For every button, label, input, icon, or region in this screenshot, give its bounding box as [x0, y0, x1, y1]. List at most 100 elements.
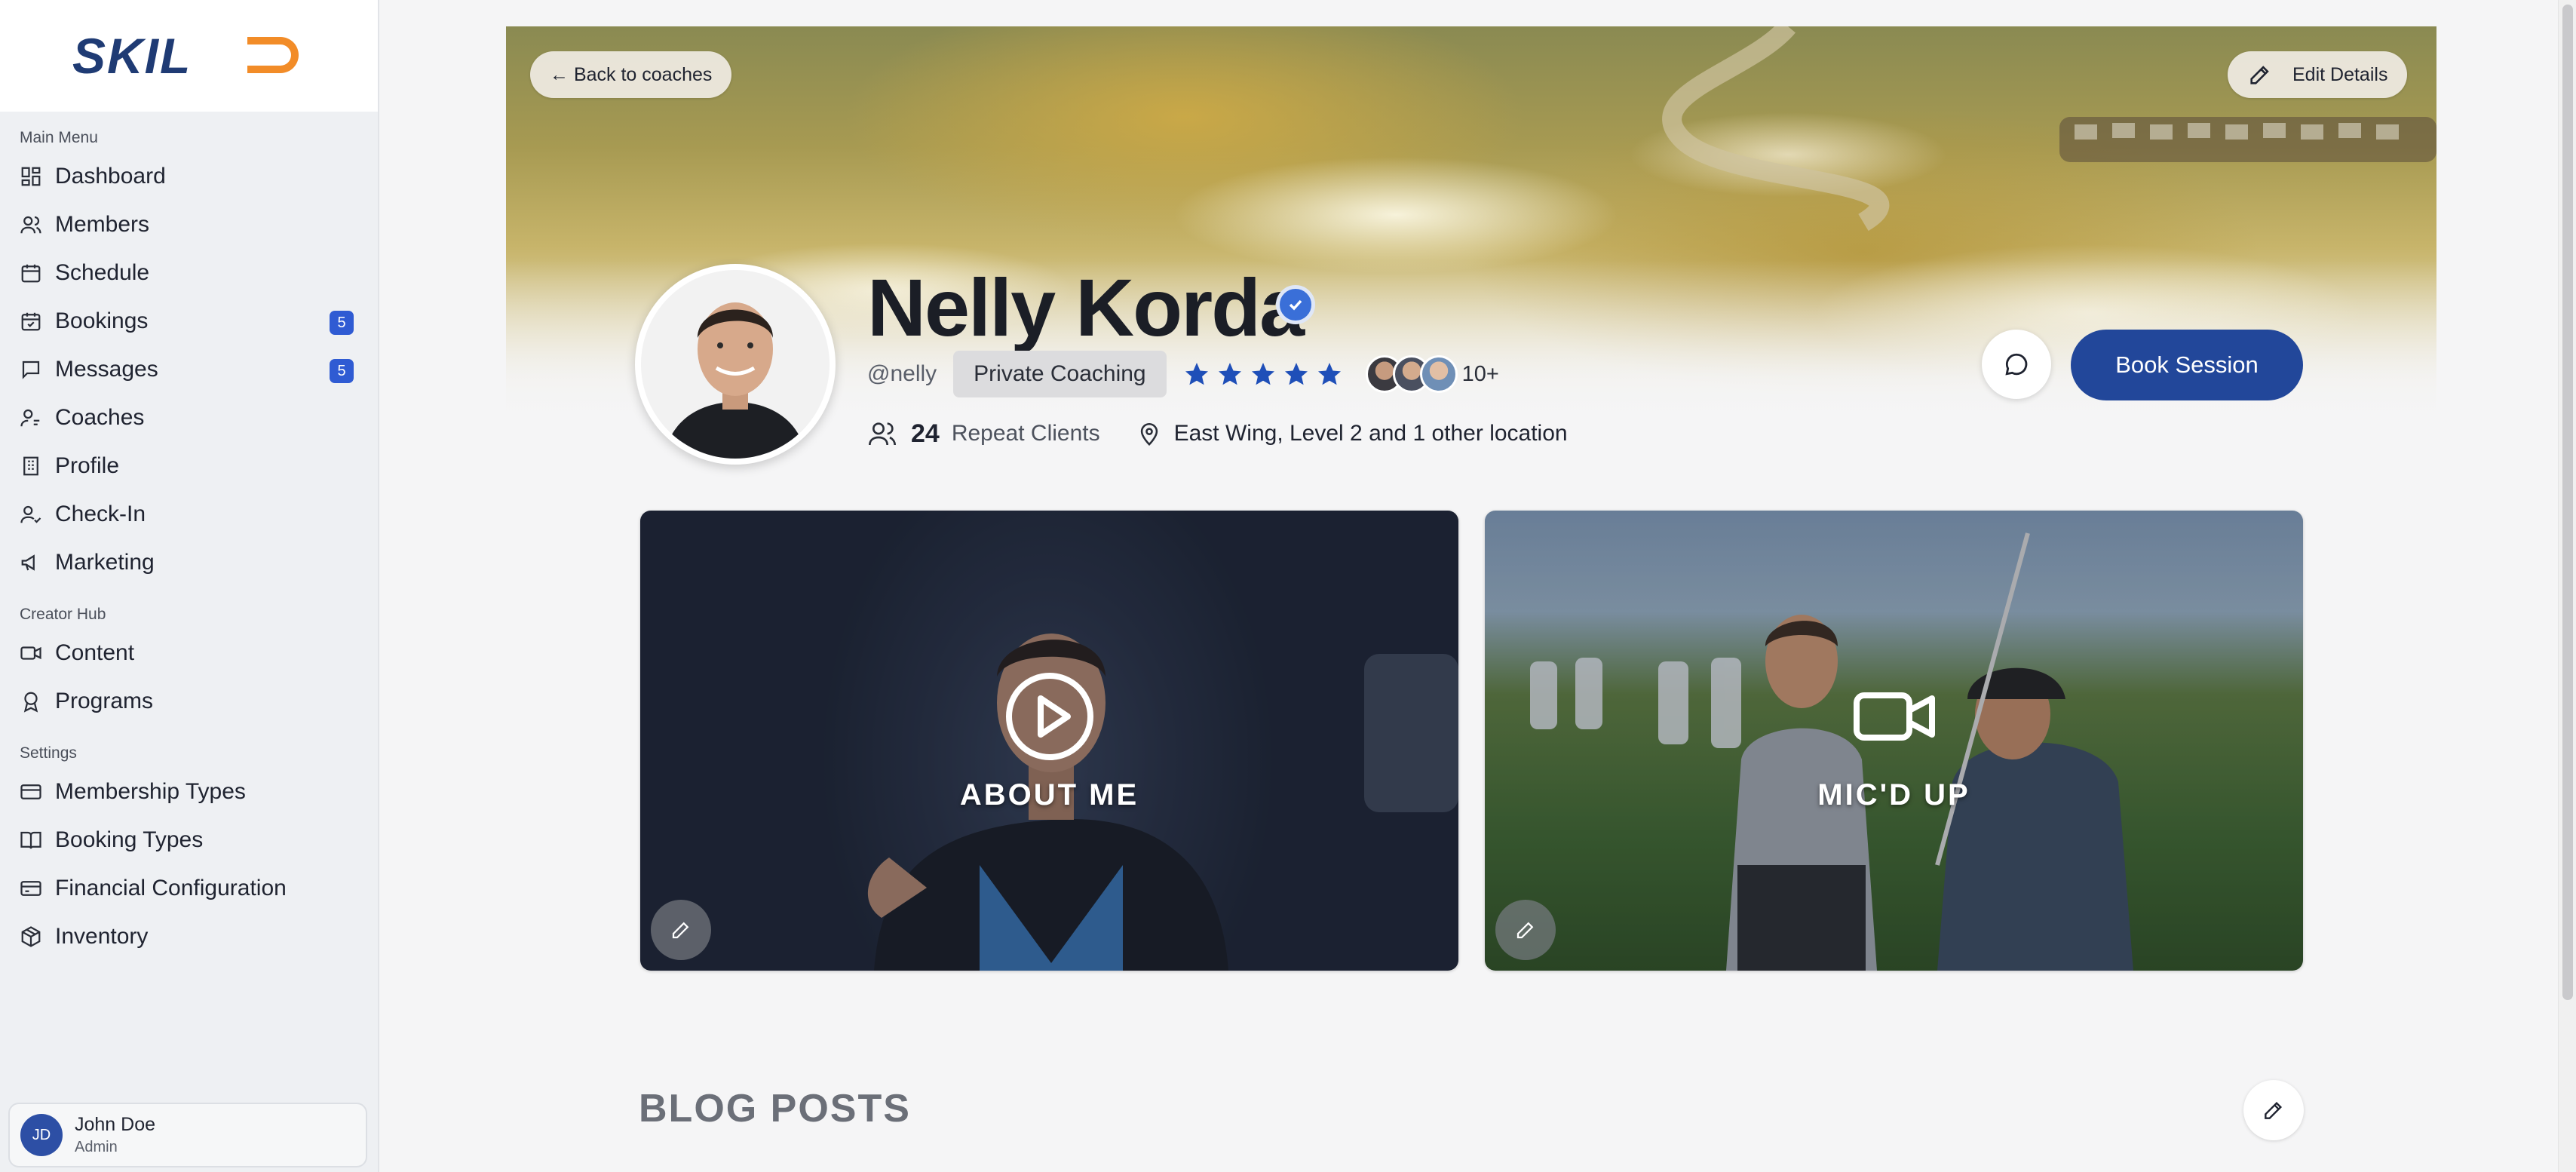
star-icon: [1284, 363, 1308, 385]
sidebar-item-content[interactable]: Content: [0, 629, 378, 677]
play-circle-icon[interactable]: [1004, 671, 1095, 762]
client-avatars[interactable]: [1365, 355, 1458, 393]
video-camera-icon[interactable]: [1849, 671, 1940, 762]
sidebar-item-label: Profile: [55, 453, 120, 478]
map-pin-icon: [1140, 422, 1158, 446]
repeat-clients-count: 24: [911, 419, 940, 448]
back-to-coaches-button[interactable]: ← Back to coaches: [530, 51, 732, 98]
sidebar-item-label: Schedule: [55, 260, 150, 285]
logo[interactable]: SKIL: [0, 0, 378, 112]
sidebar-item-financial-configuration[interactable]: Financial Configuration: [0, 864, 378, 913]
scrollbar-thumb[interactable]: [2562, 5, 2573, 1000]
coach-name: Nelly Korda: [867, 262, 1305, 353]
edit-card-button[interactable]: [651, 900, 711, 960]
sidebar-item-coaches[interactable]: Coaches: [0, 394, 378, 442]
user-name: John Doe: [75, 1114, 156, 1135]
sidebar-item-marketing[interactable]: Marketing: [0, 538, 378, 587]
book-session-button[interactable]: Book Session: [2071, 330, 2303, 400]
sidebar-item-messages[interactable]: Messages 5: [0, 345, 378, 394]
pencil-icon: [672, 922, 689, 939]
users-icon: [869, 422, 896, 446]
rating-stars: [1183, 360, 1349, 388]
micd-up-card[interactable]: MIC'D UP: [1485, 511, 2303, 971]
message-icon: [20, 358, 42, 381]
building-icon: [20, 455, 42, 477]
coach-location[interactable]: East Wing, Level 2 and 1 other location: [1174, 421, 1568, 446]
page-scrollbar[interactable]: [2558, 0, 2576, 1172]
coach-stats-row: 24 Repeat Clients East Wing, Level 2 and…: [867, 415, 1568, 453]
verified-badge-icon: [1276, 285, 1315, 324]
blog-posts-heading: BLOG POSTS: [639, 1087, 911, 1131]
sidebar-item-label: Check-In: [55, 502, 146, 526]
megaphone-icon: [20, 551, 42, 574]
star-icon: [1317, 363, 1341, 385]
svg-text:SKIL: SKIL: [72, 29, 192, 82]
bookings-badge: 5: [330, 311, 354, 335]
sidebar-item-label: Programs: [55, 689, 154, 713]
sidebar-item-label: Messages: [55, 357, 158, 382]
sidebar-item-membership-types[interactable]: Membership Types: [0, 768, 378, 816]
sidebar-item-label: Marketing: [55, 550, 155, 575]
star-icon: [1218, 363, 1241, 385]
book-icon: [20, 829, 42, 851]
pencil-icon: [1516, 922, 1534, 939]
calendar-icon: [20, 262, 42, 284]
section-title-settings: Settings: [20, 744, 77, 762]
sidebar-item-label: Content: [55, 640, 135, 665]
chat-bubble-icon: [2005, 353, 2028, 376]
card-label: ABOUT ME: [959, 778, 1139, 812]
sidebar-item-label: Coaches: [55, 405, 145, 430]
sidebar-item-booking-types[interactable]: Booking Types: [0, 816, 378, 864]
sidebar-item-label: Members: [55, 212, 150, 237]
user-check-icon: [20, 503, 42, 526]
messages-badge: 5: [330, 359, 354, 383]
star-icon: [1251, 363, 1274, 385]
sidebar-item-label: Membership Types: [55, 779, 246, 804]
coach-handle: @nelly: [867, 361, 937, 386]
edit-details-button[interactable]: Edit Details: [2228, 51, 2408, 98]
sidebar-item-label: Dashboard: [55, 164, 166, 189]
sidebar-item-profile[interactable]: Profile: [0, 442, 378, 490]
calendar-check-icon: [20, 310, 42, 333]
sidebar-item-members[interactable]: Members: [0, 201, 378, 249]
sidebar-item-programs[interactable]: Programs: [0, 677, 378, 726]
user-card[interactable]: JD John Doe Admin: [8, 1103, 367, 1167]
card-label: MIC'D UP: [1817, 778, 1970, 812]
edit-blog-button[interactable]: [2243, 1080, 2304, 1140]
sidebar-item-bookings[interactable]: Bookings 5: [0, 297, 378, 345]
credit-card-icon: [20, 781, 42, 803]
users-icon: [20, 213, 42, 236]
message-coach-button[interactable]: [1982, 330, 2051, 399]
pencil-icon: [2250, 66, 2269, 84]
star-icon: [1185, 363, 1208, 385]
edit-card-button[interactable]: [1495, 900, 1556, 960]
sidebar-item-dashboard[interactable]: Dashboard: [0, 152, 378, 201]
coach-portrait-image: [641, 270, 830, 459]
sidebar-item-check-in[interactable]: Check-In: [0, 490, 378, 538]
sidebar-item-label: Inventory: [55, 924, 149, 949]
repeat-clients-label: Repeat Clients: [951, 421, 1100, 446]
skild-logo-icon: SKIL: [72, 29, 299, 82]
sidebar-item-label: Financial Configuration: [55, 876, 287, 900]
sidebar-item-inventory[interactable]: Inventory: [0, 913, 378, 961]
sidebar-item-schedule[interactable]: Schedule: [0, 249, 378, 297]
dashboard-icon: [20, 165, 42, 188]
edit-details-label: Edit Details: [2292, 63, 2388, 85]
award-icon: [20, 690, 42, 713]
coach-avatar: [635, 264, 836, 465]
sidebar-item-label: Bookings: [55, 308, 149, 333]
user-role: Admin: [75, 1139, 118, 1155]
sidebar-item-label: Booking Types: [55, 827, 204, 852]
package-icon: [20, 925, 42, 948]
about-me-card[interactable]: ABOUT ME: [640, 511, 1458, 971]
client-avatar: [1419, 355, 1458, 393]
pencil-icon: [2265, 1101, 2283, 1119]
sidebar: SKIL Main Menu Dashboard Members Schedul…: [0, 0, 379, 1172]
avatar: JD: [20, 1114, 63, 1156]
coach-icon: [20, 407, 42, 429]
video-icon: [20, 642, 42, 664]
wallet-icon: [20, 877, 42, 900]
more-clients-count: 10+: [1461, 361, 1499, 386]
section-title-creator-hub: Creator Hub: [20, 606, 106, 623]
coaching-type-tag: Private Coaching: [953, 351, 1167, 397]
